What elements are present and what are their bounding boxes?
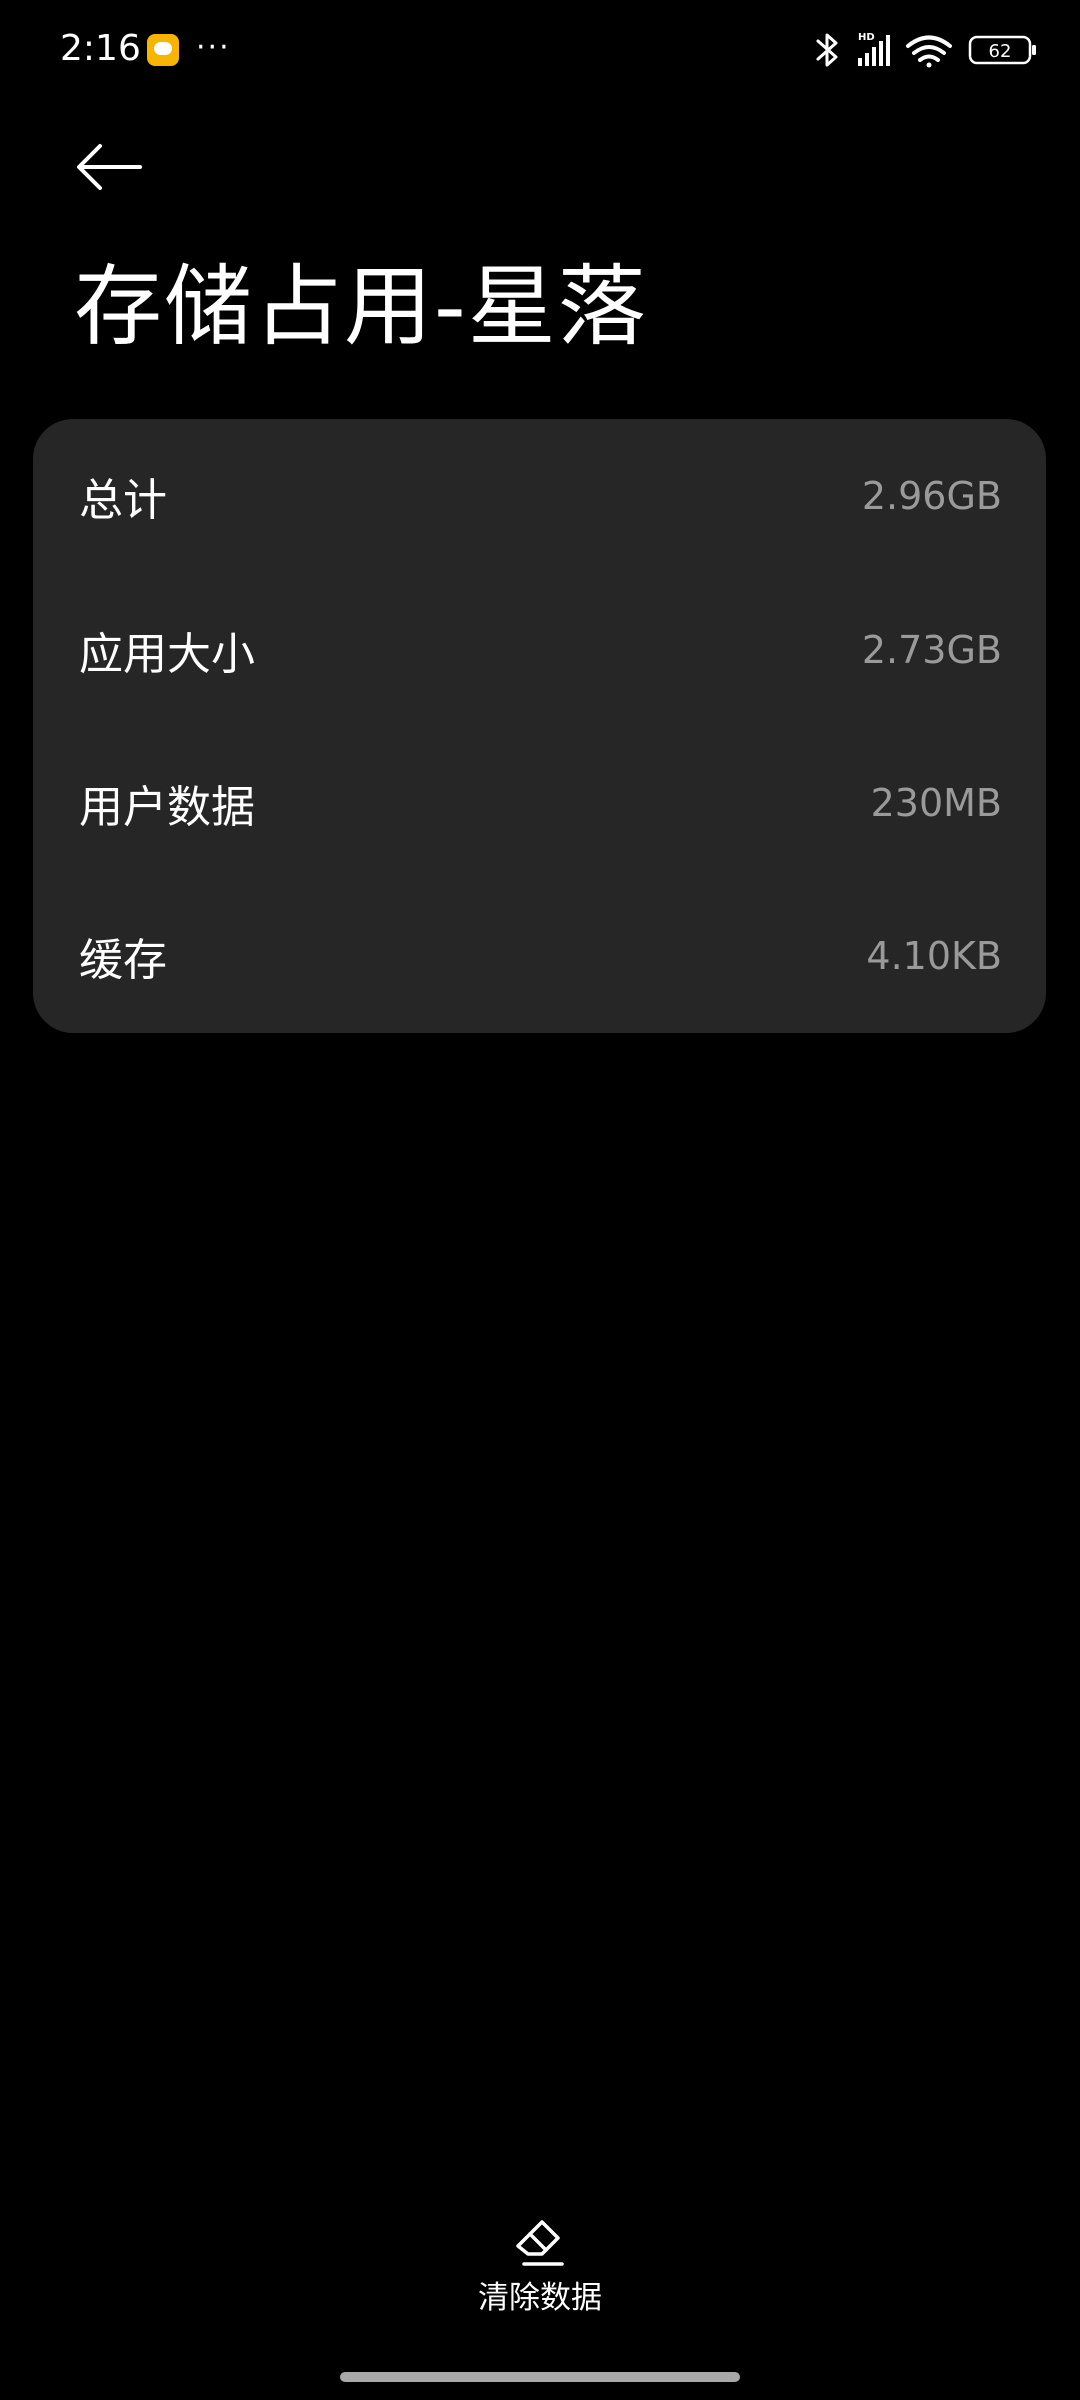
clear-data-button[interactable]: 清除数据 [440, 2200, 640, 2320]
back-arrow-icon [77, 144, 142, 190]
message-icon [147, 34, 179, 66]
page-title: 存储占用-星落 [74, 255, 648, 358]
eraser-icon [516, 2220, 564, 2266]
storage-row-user-data: 用户数据 230MB [33, 726, 1046, 880]
status-icons: HD 62 [812, 30, 1042, 70]
storage-row-app-size: 应用大小 2.73GB [33, 573, 1046, 727]
home-indicator[interactable] [340, 2372, 740, 2382]
status-time: 2:16 [60, 28, 141, 69]
signal-icon: HD [858, 32, 890, 66]
row-label: 应用大小 [79, 629, 255, 680]
row-value: 230MB [870, 781, 1002, 825]
row-label: 缓存 [79, 935, 167, 986]
battery-level: 62 [989, 41, 1012, 62]
row-value: 4.10KB [866, 934, 1002, 978]
back-button[interactable] [70, 130, 150, 210]
clear-data-label: 清除数据 [478, 2280, 602, 2316]
status-bar: 2:16 ··· HD 62 [0, 0, 1080, 100]
more-notifications-icon: ··· [196, 30, 231, 65]
storage-row-cache: 缓存 4.10KB [33, 879, 1046, 1033]
row-value: 2.96GB [861, 474, 1002, 518]
storage-card: 总计 2.96GB 应用大小 2.73GB 用户数据 230MB 缓存 4.10… [33, 419, 1046, 1033]
row-label: 用户数据 [79, 782, 255, 833]
bluetooth-icon [816, 33, 838, 67]
row-label: 总计 [79, 475, 167, 526]
storage-row-total: 总计 2.96GB [33, 419, 1046, 573]
signal-hd-label: HD [858, 32, 875, 43]
battery-icon: 62 [968, 35, 1036, 65]
row-value: 2.73GB [861, 628, 1002, 672]
wifi-icon [906, 35, 952, 68]
